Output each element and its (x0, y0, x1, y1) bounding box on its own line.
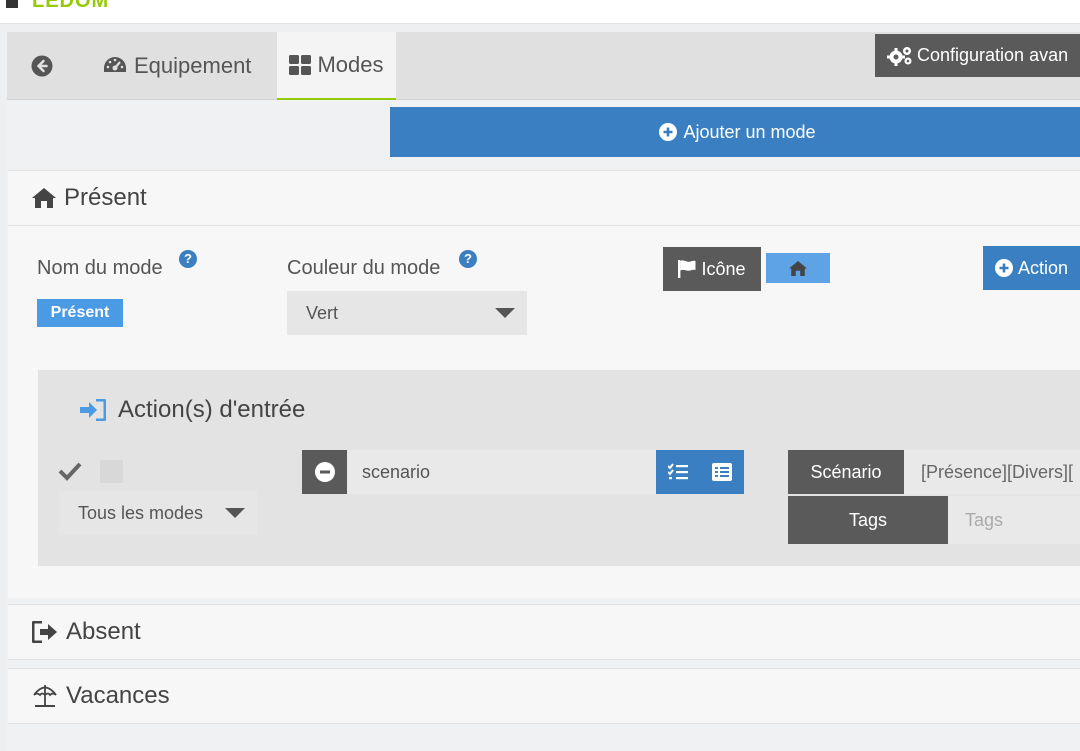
add-mode-button[interactable]: Ajouter un mode (390, 107, 1080, 157)
mode-panel-header[interactable]: Absent (8, 605, 1080, 660)
mode-color-label: Couleur du mode (287, 257, 441, 279)
plus-circle-icon (659, 123, 678, 141)
entry-actions-panel: Action(s) d'entrée Tous les modes scenar… (38, 370, 1080, 566)
advanced-config-button[interactable]: Configuration avan (875, 34, 1080, 77)
mode-name-label: Nom du mode (37, 257, 163, 279)
mode-panel-absent: Absent (8, 604, 1080, 660)
tachometer-icon (104, 57, 126, 72)
advanced-config-label: Configuration avan (917, 45, 1069, 65)
mode-panel-title: Présent (64, 184, 147, 211)
minus-circle-icon (314, 462, 335, 482)
add-action-label: Action (1018, 257, 1069, 278)
mode-panel-header[interactable]: Présent (8, 171, 1080, 226)
scenario-label: Scénario (788, 450, 904, 494)
circle-arrow-left-icon (31, 55, 53, 77)
tab-modes[interactable]: Modes (277, 32, 396, 100)
logo-text: LEDOM (32, 0, 110, 12)
mode-name-badge: Présent (37, 299, 123, 327)
mode-panel-title: Absent (66, 618, 141, 645)
chevron-down-icon (495, 308, 515, 318)
add-mode-label: Ajouter un mode (683, 121, 816, 142)
check-icon[interactable] (58, 461, 82, 481)
tab-modes-label: Modes (317, 52, 384, 77)
tags-label: Tags (788, 496, 948, 544)
select-command-button[interactable] (656, 450, 700, 494)
jeedom-logo[interactable]: LEDOM (6, 0, 109, 13)
mode-panel-present: Présent Nom du mode ? Présent Couleur du… (8, 170, 1080, 598)
tags-input[interactable]: Tags (948, 496, 1080, 544)
list-alt-icon (712, 463, 732, 481)
command-input-group: scenario (302, 450, 744, 494)
parallel-checkbox[interactable] (100, 460, 123, 483)
icon-preview (766, 253, 830, 283)
sign-out-icon (32, 621, 57, 643)
select-action-list-button[interactable] (700, 450, 744, 494)
tab-back[interactable] (31, 32, 59, 100)
remove-action-button[interactable] (302, 450, 347, 494)
tab-equipement[interactable]: Equipement (102, 32, 251, 100)
flag-icon (678, 260, 696, 278)
top-navbar: LEDOM (0, 0, 1080, 24)
help-icon[interactable]: ? (459, 250, 477, 268)
choose-icon-label: Icône (701, 258, 746, 279)
mode-color-value: Vert (306, 302, 339, 323)
beach-umbrella-icon (33, 685, 57, 707)
th-large-icon (289, 55, 312, 75)
chevron-down-icon (225, 508, 245, 518)
modes-filter-value: Tous les modes (78, 502, 204, 523)
plugin-panel: Equipement Modes Configuration avan Ajou… (7, 32, 1080, 751)
choose-icon-button[interactable]: Icône (663, 247, 761, 291)
tab-equipement-label: Equipement (134, 53, 252, 78)
modes-filter-select[interactable]: Tous les modes (59, 491, 257, 535)
mode-panel-title: Vacances (66, 682, 170, 709)
home-icon (32, 188, 56, 208)
plus-circle-icon (995, 259, 1013, 277)
mode-panel-header[interactable]: Vacances (8, 669, 1080, 724)
command-input[interactable]: scenario (347, 450, 656, 494)
add-action-button[interactable]: Action (983, 246, 1080, 290)
mode-color-select[interactable]: Vert (287, 291, 527, 335)
entry-actions-label: Action(s) d'entrée (118, 396, 306, 423)
entry-actions-title: Action(s) d'entrée (80, 396, 305, 424)
scenario-value-field[interactable]: [Présence][Divers][ (904, 450, 1080, 494)
help-icon[interactable]: ? (179, 250, 197, 268)
home-icon (789, 260, 807, 276)
sign-in-icon (80, 399, 106, 421)
mode-panel-vacances: Vacances (8, 668, 1080, 724)
tasks-icon (668, 463, 688, 480)
cogs-icon (887, 46, 912, 66)
